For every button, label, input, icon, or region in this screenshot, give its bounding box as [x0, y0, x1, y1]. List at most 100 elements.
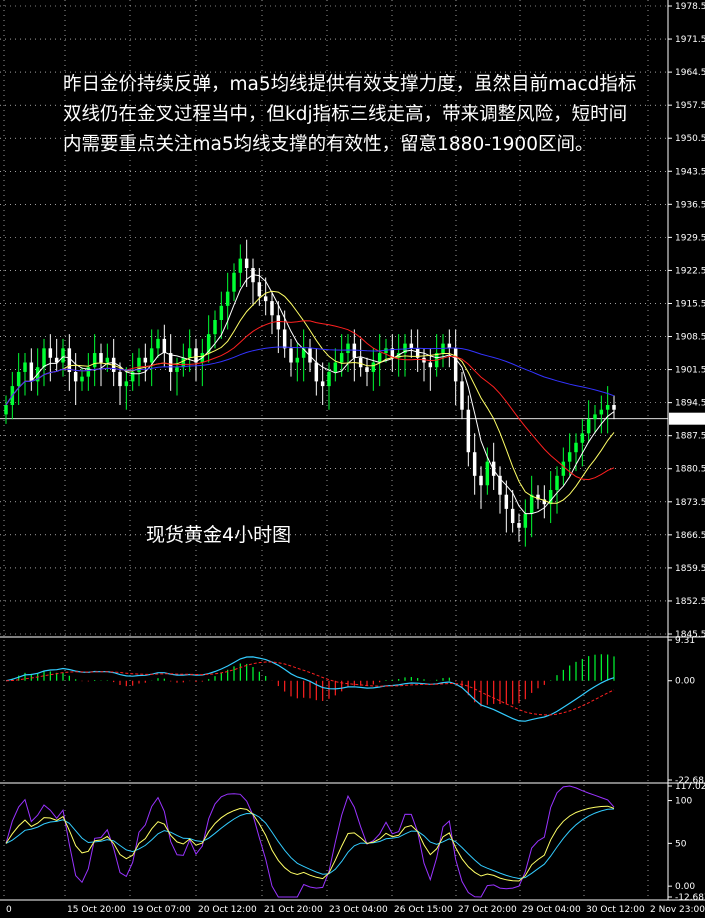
- candle-body: [574, 442, 578, 453]
- candle-body: [67, 348, 72, 372]
- price-tick-label: 1971.5: [675, 35, 705, 45]
- time-tick-label: 0: [6, 905, 12, 915]
- candle-body: [156, 338, 160, 349]
- time-tick-label: 27 Oct 20:00: [458, 905, 517, 915]
- price-tick-label: 1873.5: [675, 498, 705, 508]
- ma-line-ma10: [5, 290, 615, 504]
- candle-body: [428, 362, 433, 368]
- candle-body: [314, 362, 319, 382]
- analysis-annotation: 昨日金价持续反弹，ma5均线提供有效支撑力度，虽然目前macd指标双线仍在金叉过…: [63, 74, 637, 155]
- candle-body: [48, 348, 53, 358]
- candle-body: [244, 258, 249, 269]
- candle-body: [580, 433, 585, 443]
- price-tick-label: 1936.5: [675, 200, 705, 210]
- candle-body: [92, 353, 97, 368]
- candle-body: [523, 513, 528, 528]
- candle-body: [175, 367, 179, 372]
- candle-body: [99, 353, 103, 363]
- kdj-tick-label: 117.029: [675, 782, 705, 792]
- candle-body: [479, 475, 483, 486]
- candle-body: [460, 381, 464, 410]
- candle-body: [143, 357, 148, 363]
- candle-body: [16, 371, 21, 387]
- price-tick-label: 1859.5: [675, 564, 705, 574]
- price-tick-label: 1964.5: [675, 68, 705, 78]
- candle-body: [213, 320, 217, 335]
- candle-body: [504, 494, 509, 509]
- candle-body: [529, 494, 534, 514]
- time-tick-label: 2 Nov 23:00: [650, 905, 705, 915]
- price-tick-label: 1908.5: [675, 333, 705, 343]
- candle-body: [23, 362, 27, 372]
- candle-body: [555, 475, 559, 490]
- chart-caption: 现货黄金4小时图: [146, 524, 292, 546]
- candle-body: [73, 371, 78, 382]
- candle-body: [567, 452, 572, 462]
- price-tick-label: 1894.5: [675, 399, 705, 409]
- candle-body: [517, 523, 521, 528]
- price-tick-label: 1866.5: [675, 531, 705, 541]
- candle-body: [187, 348, 192, 358]
- candle-body: [371, 362, 376, 372]
- candle-body: [181, 357, 186, 368]
- candle-body: [80, 376, 84, 382]
- candle-body: [409, 343, 414, 349]
- candle-body: [168, 353, 173, 372]
- kdj-tick-label: -12.687: [675, 893, 705, 903]
- candle-body: [162, 338, 167, 354]
- price-tick-label: 1887.5: [675, 432, 705, 442]
- candle-body: [485, 461, 490, 486]
- candle-body: [289, 348, 293, 363]
- candle-body: [358, 357, 363, 368]
- current-price-label: 1891.1: [672, 415, 704, 425]
- candle-body: [232, 272, 236, 292]
- candle-body: [327, 371, 331, 387]
- candle-body: [118, 371, 122, 387]
- time-tick-label: 29 Oct 04:00: [522, 905, 581, 915]
- kdj-tick-label: 100: [675, 797, 692, 807]
- time-tick-label: 30 Oct 12:00: [586, 905, 645, 915]
- price-tick-label: 1943.5: [675, 167, 705, 177]
- price-tick-label: 1880.5: [675, 465, 705, 475]
- candle-body: [320, 381, 325, 387]
- candle-body: [612, 404, 616, 410]
- time-tick-label: 15 Oct 20:00: [67, 905, 126, 915]
- candle-body: [599, 409, 604, 415]
- price-tick-label: 1915.5: [675, 299, 705, 309]
- price-tick-label: 1950.5: [675, 134, 705, 144]
- time-tick-label: 23 Oct 04:00: [329, 905, 388, 915]
- candle-body: [453, 348, 458, 382]
- candle-body: [593, 414, 597, 420]
- candle-body: [257, 282, 262, 297]
- candle-body: [472, 452, 477, 476]
- candle-body: [149, 348, 154, 363]
- time-tick-label: 21 Oct 20:00: [264, 905, 323, 915]
- candle-body: [61, 348, 65, 363]
- candle-body: [263, 296, 268, 302]
- candle-body: [219, 305, 224, 320]
- candle-body: [276, 315, 281, 330]
- candle-body: [510, 508, 515, 524]
- candle-body: [377, 353, 382, 363]
- time-tick-label: 20 Oct 12:00: [198, 905, 257, 915]
- candle-body: [295, 357, 300, 363]
- candle-body: [282, 329, 287, 349]
- candle-body: [339, 353, 344, 363]
- kdj-tick-label: 0.00: [675, 882, 695, 892]
- price-tick-label: 1957.5: [675, 101, 705, 111]
- candle-body: [225, 291, 230, 306]
- candle-body: [346, 343, 350, 354]
- chart-window: 1978.5 1971.5 1964.5 1957.5 1950.5 1943.5 1936…: [0, 0, 705, 918]
- kdj-d-line: [5, 808, 615, 880]
- candle-body: [42, 348, 46, 368]
- candle-body: [29, 362, 34, 382]
- candle-body: [466, 409, 471, 453]
- candle-body: [365, 367, 369, 372]
- candle-body: [124, 381, 129, 387]
- macd-tick-label: 9.31: [675, 636, 695, 646]
- ma-line-ma5: [5, 274, 615, 515]
- price-tick-label: 1929.5: [675, 233, 705, 243]
- candle-body: [605, 404, 610, 410]
- time-tick-label: 26 Oct 15:00: [394, 905, 453, 915]
- price-tick-label: 1922.5: [675, 266, 705, 276]
